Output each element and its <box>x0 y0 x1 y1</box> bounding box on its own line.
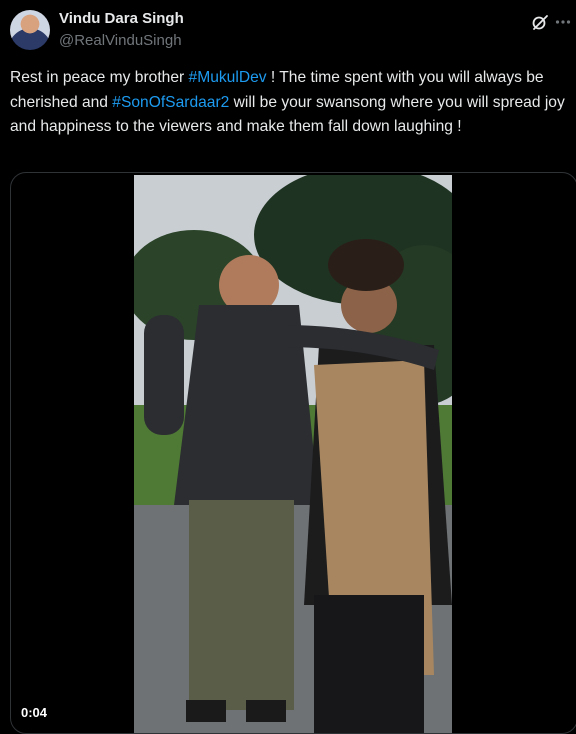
author-name[interactable]: Vindu Dara Singh <box>59 10 184 27</box>
grok-icon[interactable] <box>531 13 549 31</box>
more-dots-icon[interactable] <box>555 19 571 25</box>
hashtag-link[interactable]: #MukulDev <box>189 69 267 86</box>
author-handle[interactable]: @RealVinduSingh <box>59 32 182 49</box>
video-player[interactable] <box>10 172 576 734</box>
tweet-text-part: Rest in peace my brother <box>10 69 189 86</box>
video-timestamp: 0:04 <box>21 705 48 720</box>
hashtag-link[interactable]: #SonOfSardaar2 <box>112 94 229 111</box>
video-frame <box>134 175 452 733</box>
tweet-text: Rest in peace my brother #MukulDev ! The… <box>10 66 566 140</box>
author-avatar[interactable] <box>10 10 50 50</box>
